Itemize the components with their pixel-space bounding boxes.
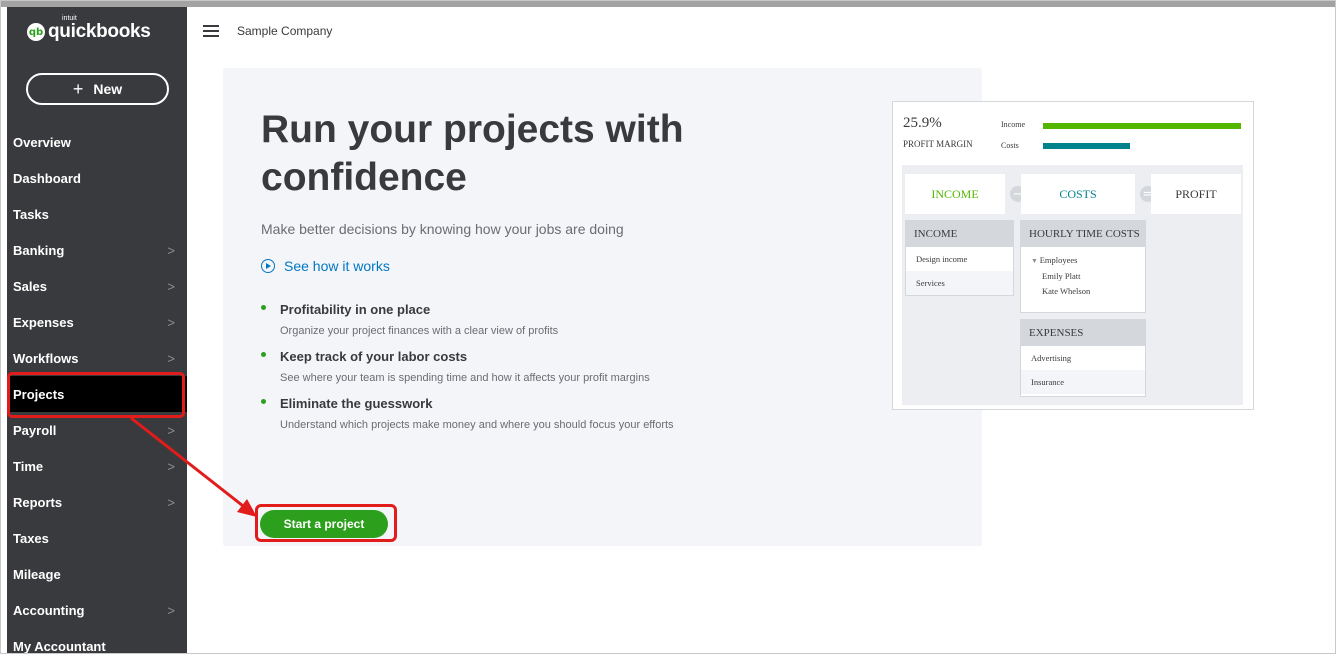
income-table-row: Services <box>906 271 1013 295</box>
benefits-list: Profitability in one place Organize your… <box>261 300 741 441</box>
sidebar-item-time[interactable]: Time > <box>7 448 187 484</box>
benefit-title-text: Eliminate the guesswork <box>280 395 433 411</box>
hamburger-menu-icon[interactable] <box>203 25 219 37</box>
benefit-description: Organize your project finances with a cl… <box>280 325 559 337</box>
chevron-right-icon: > <box>167 278 175 294</box>
benefit-title-text: Keep track of your labor costs <box>280 348 468 364</box>
sidebar-item-accounting[interactable]: Accounting > <box>7 592 187 628</box>
expenses-table: EXPENSES Advertising Insurance <box>1020 319 1146 397</box>
sidebar-item-expenses[interactable]: Expenses > <box>7 304 187 340</box>
sidebar-item-label: Tasks <box>13 206 49 222</box>
income-table: INCOME Design income Services <box>905 220 1014 296</box>
sidebar-item-dashboard[interactable]: Dashboard <box>7 160 187 196</box>
sidebar-item-label: Dashboard <box>13 170 81 186</box>
sidebar-item-mileage[interactable]: Mileage <box>7 556 187 592</box>
benefit-item: Profitability in one place Organize your… <box>261 300 741 339</box>
sidebar-item-label: Payroll <box>13 422 57 438</box>
company-name: Sample Company <box>237 24 333 38</box>
chevron-right-icon: > <box>167 458 175 474</box>
quickbooks-logo[interactable]: qb intuit quickbooks <box>27 15 151 43</box>
chevron-right-icon: > <box>167 314 175 330</box>
sidebar-item-label: Sales <box>13 278 47 294</box>
income-bar <box>1043 123 1241 129</box>
sidebar-item-label: Banking <box>13 242 65 258</box>
chevron-right-icon: > <box>167 494 175 510</box>
sidebar: qb intuit quickbooks + New Overview Dashb… <box>7 7 187 654</box>
page-subtitle: Make better decisions by knowing how you… <box>261 221 624 237</box>
qb-logo-icon: qb <box>27 23 45 41</box>
sidebar-item-label: My Accountant <box>13 638 106 654</box>
hourly-costs-body: ▼ Employees Emily Platt Kate Whelson <box>1021 247 1145 303</box>
sidebar-item-workflows[interactable]: Workflows > <box>7 340 187 376</box>
chevron-right-icon: > <box>167 602 175 618</box>
sidebar-item-label: Accounting <box>13 602 85 618</box>
profit-margin-value: 25.9% <box>903 115 942 131</box>
sidebar-item-banking[interactable]: Banking > <box>7 232 187 268</box>
equation-costs: COSTS <box>1021 174 1135 214</box>
sidebar-item-taxes[interactable]: Taxes <box>7 520 187 556</box>
sidebar-item-label: Taxes <box>13 530 49 546</box>
projects-intro-card: Run your projects with confidence Make b… <box>223 68 982 546</box>
legend-income: Income <box>1001 120 1025 129</box>
logo-intuit-label: intuit <box>62 15 77 22</box>
new-button-label: New <box>93 81 123 97</box>
sidebar-item-overview[interactable]: Overview <box>7 124 187 160</box>
sidebar-item-tasks[interactable]: Tasks <box>7 196 187 232</box>
sidebar-item-label: Workflows <box>13 350 79 366</box>
benefit-item: Keep track of your labor costs See where… <box>261 347 741 386</box>
sidebar-item-reports[interactable]: Reports > <box>7 484 187 520</box>
equation-profit: PROFIT <box>1151 174 1241 214</box>
logo-text-group: intuit quickbooks <box>48 15 151 43</box>
expenses-table-row: Advertising <box>1031 353 1072 363</box>
sidebar-item-label: Mileage <box>13 566 61 582</box>
employees-group-label: Employees <box>1039 255 1078 265</box>
caret-down-icon: ▼ <box>1031 257 1040 265</box>
benefit-title-text: Profitability in one place <box>280 301 431 317</box>
bullet-icon <box>261 304 266 310</box>
chevron-right-icon: > <box>167 242 175 258</box>
new-button[interactable]: + New <box>26 73 169 105</box>
top-bar: Sample Company <box>187 7 1335 55</box>
see-how-it-works-label: See how it works <box>284 258 390 274</box>
expenses-table-row: Insurance <box>1021 370 1145 394</box>
app-window: qb intuit quickbooks + New Overview Dashb… <box>0 0 1336 654</box>
costs-bar <box>1043 143 1131 149</box>
page-title: Run your projects with confidence <box>261 108 684 199</box>
benefit-description: See where your team is spending time and… <box>280 372 650 384</box>
play-circle-icon <box>261 259 275 273</box>
start-project-annotation-box <box>255 504 397 542</box>
bullet-icon <box>261 398 266 404</box>
projects-annotation-box <box>7 372 185 418</box>
equation-income: INCOME <box>905 174 1005 214</box>
profit-illustration: 25.9% PROFIT MARGIN Income Costs INCOME … <box>892 101 1254 410</box>
employees-group: ▼ Employees <box>1031 253 1145 269</box>
income-table-header: INCOME <box>906 221 1013 247</box>
sidebar-item-my-accountant[interactable]: My Accountant <box>7 628 187 654</box>
profit-margin-label: PROFIT MARGIN <box>903 139 973 149</box>
legend-costs: Costs <box>1001 141 1019 150</box>
expenses-table-header: EXPENSES <box>1021 320 1145 346</box>
logo-wordmark: quickbooks <box>48 21 151 42</box>
sidebar-item-sales[interactable]: Sales > <box>7 268 187 304</box>
sidebar-item-label: Expenses <box>13 314 74 330</box>
sidebar-item-label: Reports <box>13 494 63 510</box>
sidebar-item-label: Time <box>13 458 44 474</box>
employee-row: Emily Platt <box>1042 271 1081 281</box>
benefit-title: Profitability in one place <box>261 300 741 318</box>
bullet-icon <box>261 351 266 357</box>
income-table-row: Design income <box>916 254 968 264</box>
benefit-title: Eliminate the guesswork <box>261 394 741 412</box>
hourly-costs-table: HOURLY TIME COSTS ▼ Employees Emily Plat… <box>1020 220 1146 313</box>
hourly-costs-header: HOURLY TIME COSTS <box>1021 221 1145 247</box>
employee-row: Kate Whelson <box>1042 286 1091 296</box>
see-how-it-works-link[interactable]: See how it works <box>261 258 390 274</box>
plus-icon: + <box>72 78 84 99</box>
benefit-title: Keep track of your labor costs <box>261 347 741 365</box>
chevron-right-icon: > <box>167 422 175 438</box>
benefit-item: Eliminate the guesswork Understand which… <box>261 394 741 433</box>
benefit-description: Understand which projects make money and… <box>280 419 674 431</box>
chevron-right-icon: > <box>167 350 175 366</box>
sidebar-item-label: Overview <box>13 134 71 150</box>
